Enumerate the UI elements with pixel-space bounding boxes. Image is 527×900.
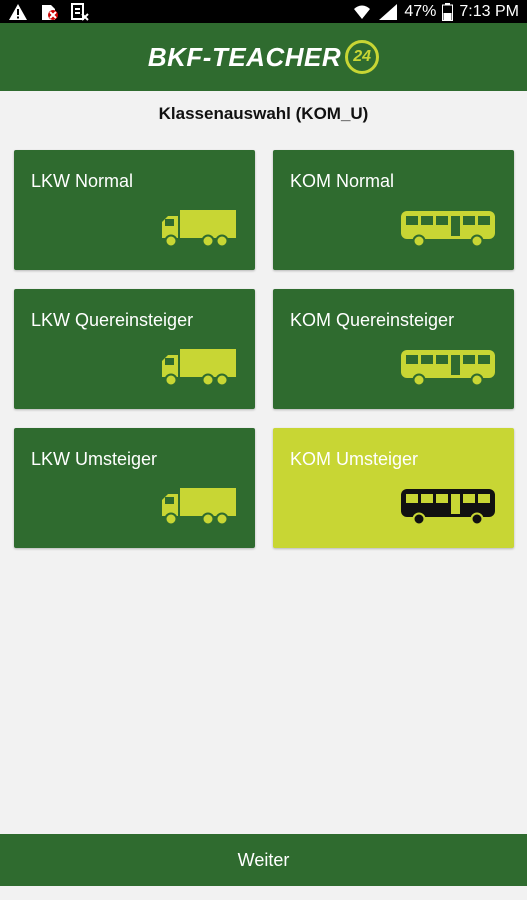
truck-icon bbox=[160, 486, 238, 531]
battery-percent: 47% bbox=[404, 3, 437, 20]
page-title: Klassenauswahl (KOM_U) bbox=[158, 104, 369, 123]
tile-label: KOM Normal bbox=[290, 171, 395, 191]
tile-label: LKW Umsteiger bbox=[31, 449, 158, 469]
tile-label: LKW Normal bbox=[31, 171, 134, 191]
signal-icon bbox=[378, 3, 398, 21]
tile-kom-umsteiger[interactable]: KOM Umsteiger bbox=[273, 428, 514, 548]
warning-icon bbox=[8, 3, 28, 21]
tile-label: KOM Quereinsteiger bbox=[290, 310, 455, 330]
app-logo: BKF-TEACHER 24 bbox=[147, 40, 380, 74]
status-bar: 47% 7:13 PM bbox=[0, 0, 527, 23]
tile-lkw-quereinsteiger[interactable]: LKW Quereinsteiger bbox=[14, 289, 255, 409]
tile-lkw-umsteiger[interactable]: LKW Umsteiger bbox=[14, 428, 255, 548]
logo-text: BKF-TEACHER bbox=[147, 41, 342, 72]
app-header: BKF-TEACHER 24 bbox=[0, 23, 527, 91]
tile-kom-normal[interactable]: KOM Normal bbox=[273, 150, 514, 270]
bottom-strip bbox=[0, 886, 527, 900]
tile-lkw-normal[interactable]: LKW Normal bbox=[14, 150, 255, 270]
document-x-icon bbox=[70, 2, 90, 22]
tile-label: LKW Quereinsteiger bbox=[31, 310, 194, 330]
no-sim-icon bbox=[38, 2, 60, 22]
truck-icon bbox=[160, 347, 238, 392]
tile-label: KOM Umsteiger bbox=[290, 449, 419, 469]
bus-icon bbox=[399, 347, 497, 392]
battery-icon bbox=[442, 3, 454, 21]
next-button-label: Weiter bbox=[237, 849, 290, 870]
bus-icon bbox=[399, 208, 497, 253]
next-button[interactable]: Weiter bbox=[0, 834, 527, 886]
wifi-icon bbox=[352, 3, 372, 21]
clock: 7:13 PM bbox=[459, 3, 519, 20]
bus-icon bbox=[399, 486, 497, 531]
tile-kom-quereinsteiger[interactable]: KOM Quereinsteiger bbox=[273, 289, 514, 409]
logo-badge: 24 bbox=[345, 40, 380, 74]
truck-icon bbox=[160, 208, 238, 253]
